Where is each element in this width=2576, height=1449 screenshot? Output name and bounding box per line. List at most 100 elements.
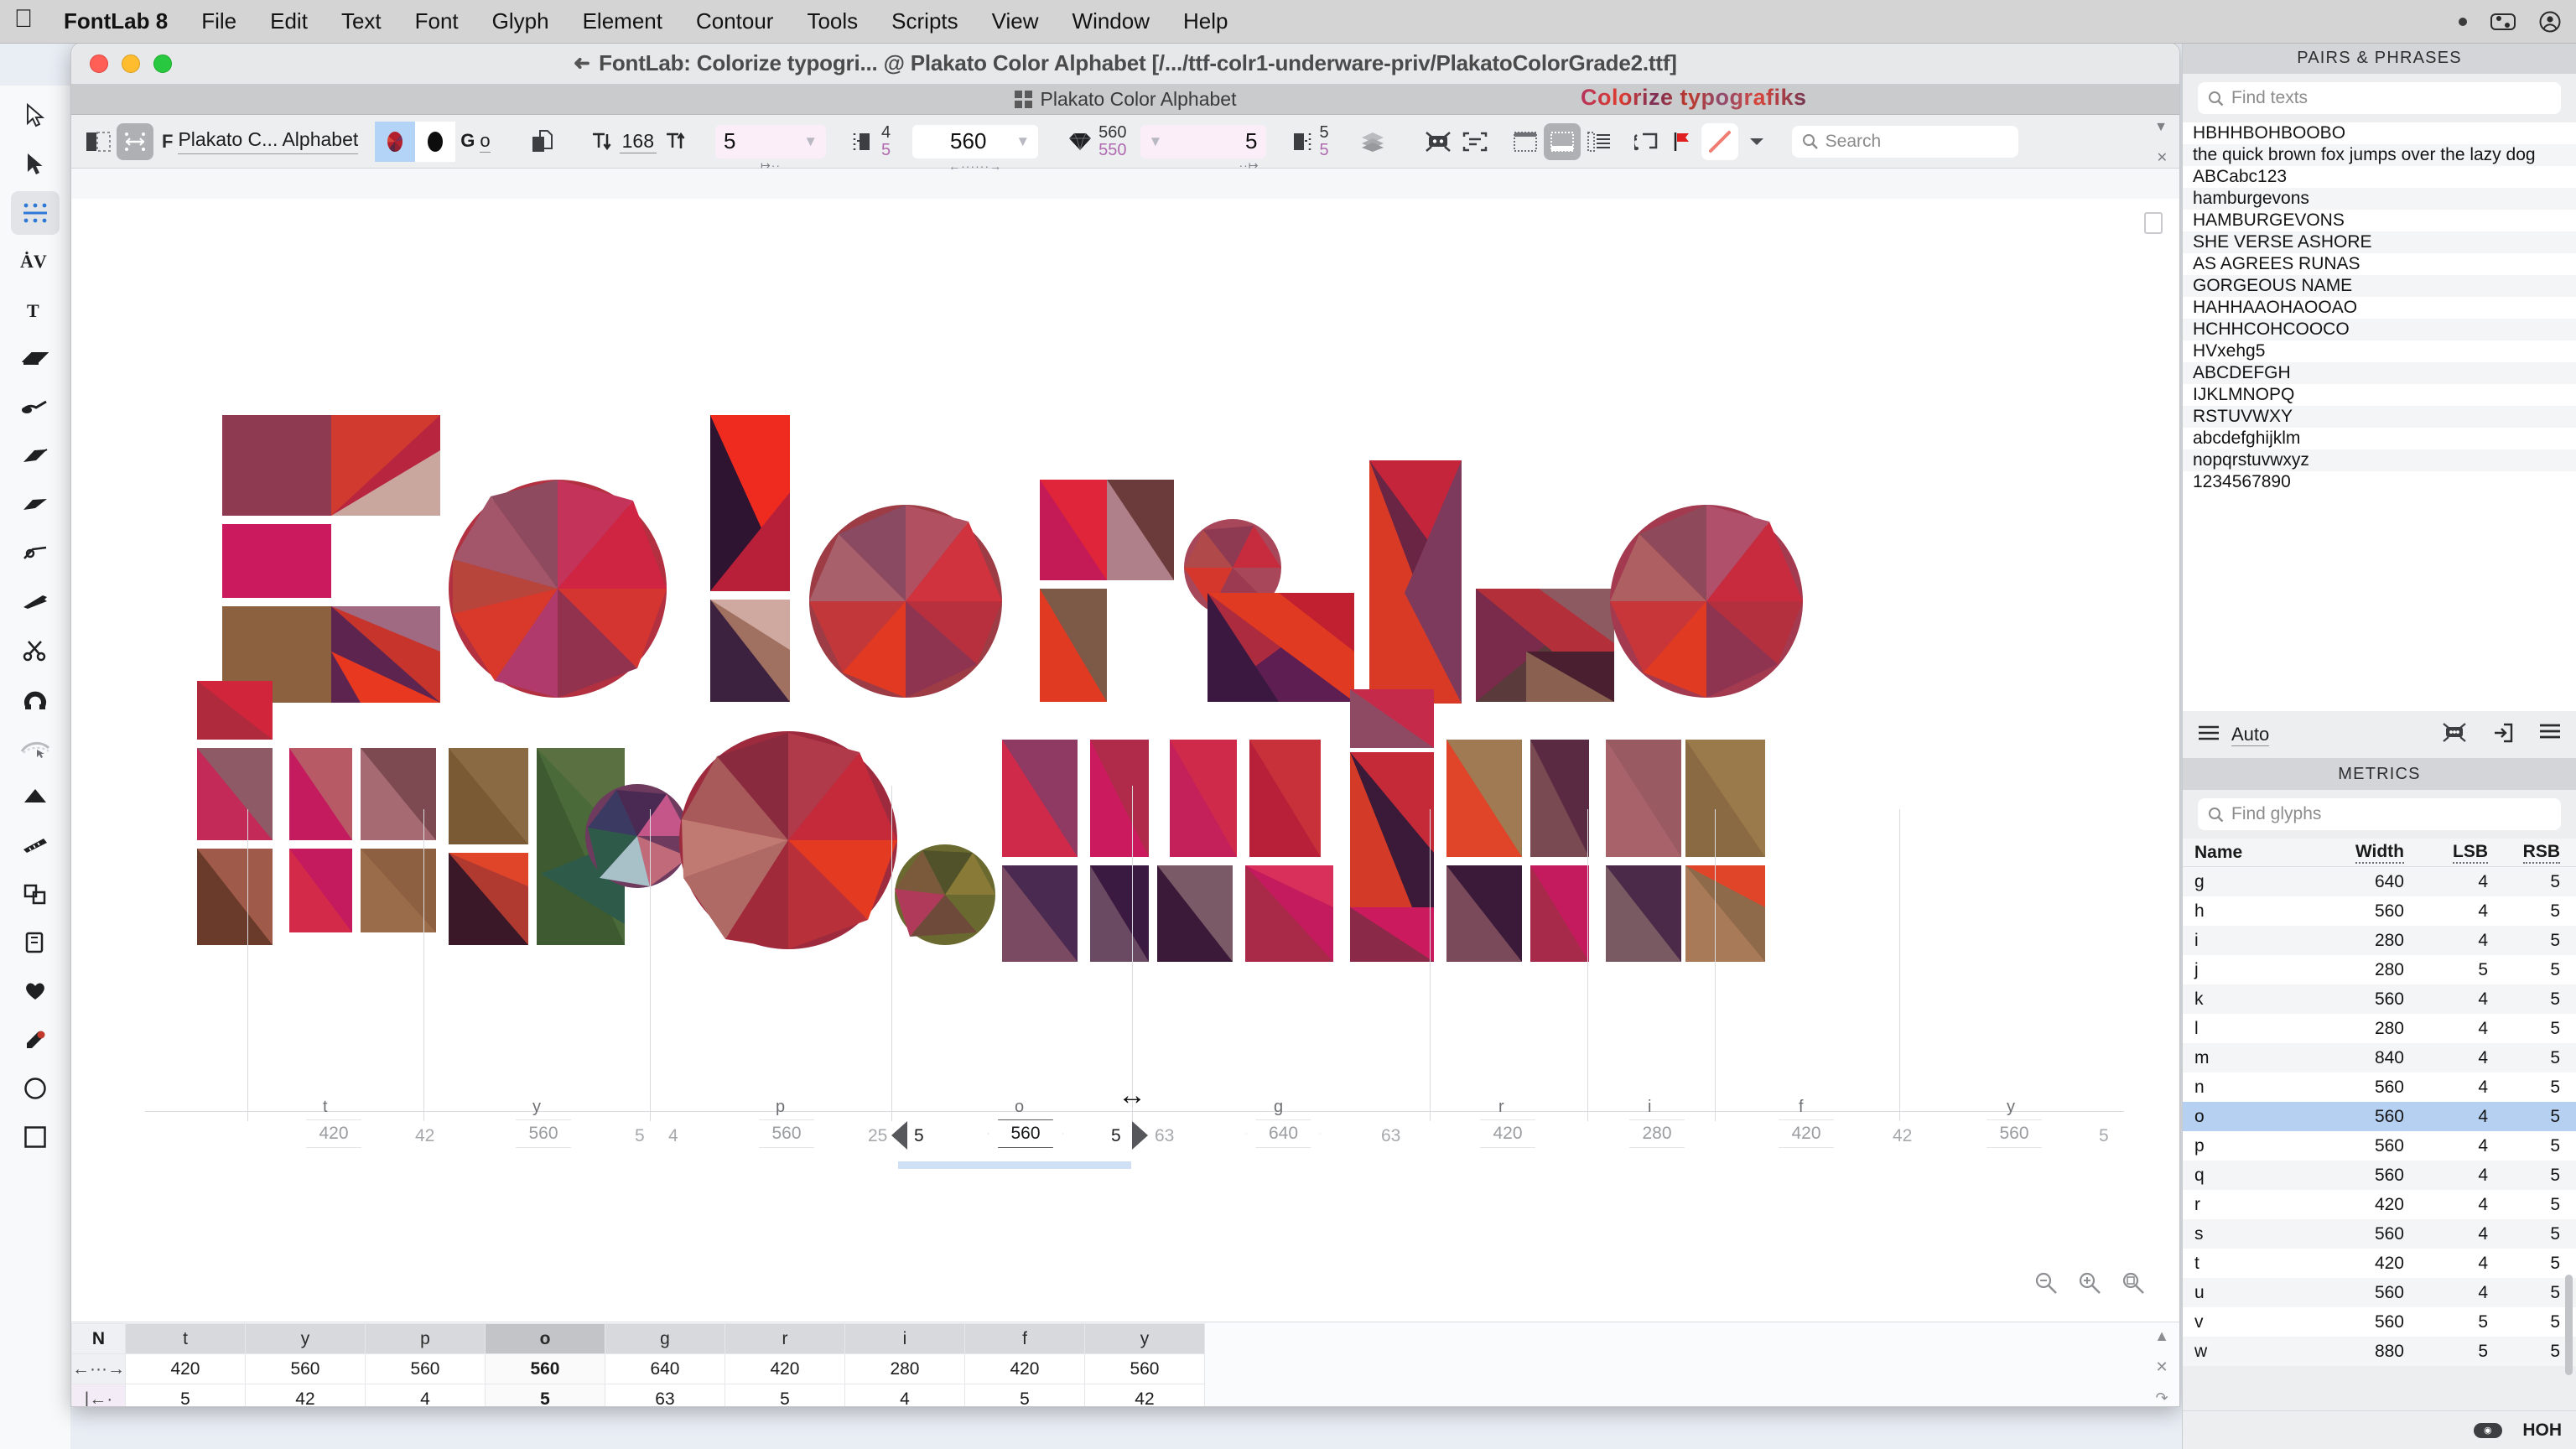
- menu-item-contour[interactable]: Contour: [679, 8, 791, 34]
- rsb-field[interactable]: ▼ 5 ··↦: [1140, 124, 1266, 172]
- metrics-table-row[interactable]: i 280 4 5: [2183, 926, 2576, 955]
- user-account-icon[interactable]: [2539, 11, 2561, 33]
- metrics-table-row[interactable]: v 560 5 5: [2183, 1307, 2576, 1337]
- menu-item-view[interactable]: View: [975, 8, 1056, 34]
- layers-icon[interactable]: [1354, 123, 1391, 160]
- chevron-down-icon[interactable]: ▼: [1149, 133, 1163, 150]
- smooth-tool[interactable]: [11, 726, 60, 770]
- menu-item-glyph[interactable]: Glyph: [475, 8, 566, 34]
- rectangle-tool[interactable]: [11, 1115, 60, 1159]
- import-icon[interactable]: [2492, 723, 2514, 747]
- text-tool[interactable]: T: [11, 288, 60, 332]
- cell-width-y2[interactable]: 560: [1083, 1353, 1205, 1384]
- cell-lsb-i[interactable]: 4: [844, 1384, 965, 1406]
- pairs-list-item[interactable]: the quick brown fox jumps over the lazy …: [2183, 144, 2576, 166]
- cell-lsb-y2[interactable]: 42: [1083, 1384, 1205, 1406]
- black-glyph-icon[interactable]: [415, 121, 456, 162]
- paint-tool[interactable]: [11, 434, 60, 478]
- column-header-p[interactable]: p: [364, 1323, 486, 1354]
- pairs-list-empty-area[interactable]: [2183, 493, 2576, 711]
- fill-tool[interactable]: [11, 775, 60, 818]
- pairs-list-item[interactable]: ABCDEFGH: [2183, 362, 2576, 384]
- scale-tool[interactable]: [11, 872, 60, 916]
- cell-lsb-r[interactable]: 5: [724, 1384, 845, 1406]
- cell-width-f[interactable]: 420: [963, 1353, 1085, 1384]
- column-header-i[interactable]: i: [844, 1323, 965, 1354]
- dropper-tool[interactable]: [11, 1018, 60, 1062]
- pairs-list-item[interactable]: HBHHBOHBOOBO: [2183, 122, 2576, 144]
- view-top-panel-icon[interactable]: [1507, 123, 1544, 160]
- zoom-fit-icon[interactable]: [2121, 1270, 2148, 1300]
- metrics-table[interactable]: Name Width LSB RSB g 640 4 5 h 560 4 5 i 280 4 5 j 28…: [2183, 839, 2576, 1366]
- pairs-list-item[interactable]: SHE VERSE ASHORE: [2183, 231, 2576, 253]
- left-metric-handle[interactable]: [891, 1121, 907, 1150]
- bottom-metrics-table[interactable]: N t y p o g r i f y ←···→ 420 560 560 56…: [71, 1323, 2179, 1406]
- metrics-table-row[interactable]: u 560 4 5: [2183, 1278, 2576, 1307]
- cell-lsb-t[interactable]: 5: [124, 1384, 246, 1406]
- duplicate-layer-icon[interactable]: [524, 123, 561, 160]
- menu-item-text[interactable]: Text: [325, 8, 398, 34]
- column-header-r[interactable]: r: [724, 1323, 845, 1354]
- apple-menu-icon[interactable]: : [0, 6, 47, 37]
- pairs-list-item[interactable]: abcdefghijklm: [2183, 428, 2576, 449]
- lsb-glyph-icon[interactable]: [844, 123, 881, 160]
- toolbar-overflow-chevron[interactable]: ▼: [2154, 120, 2168, 135]
- cell-width-p[interactable]: 560: [364, 1353, 486, 1384]
- metrics-table-row[interactable]: l 280 4 5: [2183, 1014, 2576, 1043]
- glyph-name-pair[interactable]: G o: [460, 130, 491, 153]
- ellipse-tool[interactable]: [11, 1067, 60, 1110]
- pairs-search-input[interactable]: Find texts: [2198, 82, 2561, 114]
- mask-robot-icon[interactable]: [2442, 722, 2467, 747]
- control-center-icon[interactable]: [2490, 13, 2516, 31]
- column-header-rsb[interactable]: RSB: [2522, 842, 2560, 864]
- metrics-tool-icon[interactable]: [117, 122, 153, 160]
- menu-item-window[interactable]: Window: [1056, 8, 1166, 34]
- metrics-table-row[interactable]: s 560 4 5: [2183, 1219, 2576, 1249]
- column-header-y2[interactable]: y: [1083, 1323, 1205, 1354]
- metrics-table-row[interactable]: k 560 4 5: [2183, 984, 2576, 1014]
- auto-mode-label[interactable]: Auto: [2231, 724, 2270, 746]
- close-icon[interactable]: ✕: [2155, 1358, 2168, 1376]
- menu-item-file[interactable]: File: [184, 8, 253, 34]
- scroll-up-icon[interactable]: ▲: [2154, 1327, 2169, 1345]
- toolbar-search-input[interactable]: Search: [1791, 125, 2018, 158]
- width-field[interactable]: 560 ▼ ←······→: [912, 124, 1039, 173]
- cell-lsb-o[interactable]: 5: [484, 1384, 605, 1406]
- selection-arrow-tool[interactable]: [11, 94, 60, 138]
- view-list-panel-icon[interactable]: [1581, 123, 1618, 160]
- menu-item-element[interactable]: Element: [566, 8, 679, 34]
- cell-width-i[interactable]: 280: [844, 1353, 965, 1384]
- cell-width-o[interactable]: 560: [484, 1353, 605, 1384]
- metrics-table-row[interactable]: t 420 4 5: [2183, 1249, 2576, 1278]
- pairs-list-item[interactable]: HVxehg5: [2183, 340, 2576, 362]
- hamburger-icon[interactable]: [2198, 724, 2220, 745]
- menu-item-font[interactable]: Font: [398, 8, 475, 34]
- pairs-list-item[interactable]: HAHHAAOHAOOAO: [2183, 297, 2576, 319]
- column-header-f[interactable]: f: [963, 1323, 1085, 1354]
- metrics-search-input[interactable]: Find glyphs: [2198, 798, 2561, 830]
- hamburger-menu-icon[interactable]: [2539, 723, 2561, 747]
- tab-plakato-color-alphabet[interactable]: Plakato Color Alphabet: [1041, 88, 1237, 111]
- cell-width-t[interactable]: 420: [124, 1353, 246, 1384]
- row-header-advance-width-icon[interactable]: ←···→: [71, 1353, 126, 1384]
- metrics-table-row[interactable]: o 560 4 5: [2183, 1102, 2576, 1131]
- kerning-diamond-icon[interactable]: [1062, 123, 1098, 160]
- chevron-down-icon[interactable]: ▼: [803, 133, 818, 150]
- flag-icon[interactable]: [1665, 123, 1701, 160]
- column-header-width[interactable]: Width: [2355, 842, 2404, 864]
- metrics-tool[interactable]: [11, 191, 60, 235]
- column-header-g[interactable]: g: [604, 1323, 725, 1354]
- pairs-list-item[interactable]: HAMBURGEVONS: [2183, 210, 2576, 231]
- column-header-o[interactable]: o: [484, 1323, 605, 1354]
- heart-shape-tool[interactable]: [11, 969, 60, 1013]
- metrics-table-row[interactable]: n 560 4 5: [2183, 1072, 2576, 1102]
- zoom-out-icon[interactable]: [2033, 1270, 2059, 1300]
- right-metric-handle[interactable]: [1132, 1121, 1148, 1150]
- table-corner-label[interactable]: N: [71, 1323, 126, 1354]
- font-size-field[interactable]: 168: [619, 130, 657, 153]
- metrics-table-row[interactable]: q 560 4 5: [2183, 1161, 2576, 1190]
- eraser-tool[interactable]: [11, 337, 60, 381]
- view-bottom-panel-icon[interactable]: [1543, 122, 1581, 160]
- measure-tool[interactable]: [11, 823, 60, 867]
- zoom-in-icon[interactable]: [2077, 1270, 2102, 1300]
